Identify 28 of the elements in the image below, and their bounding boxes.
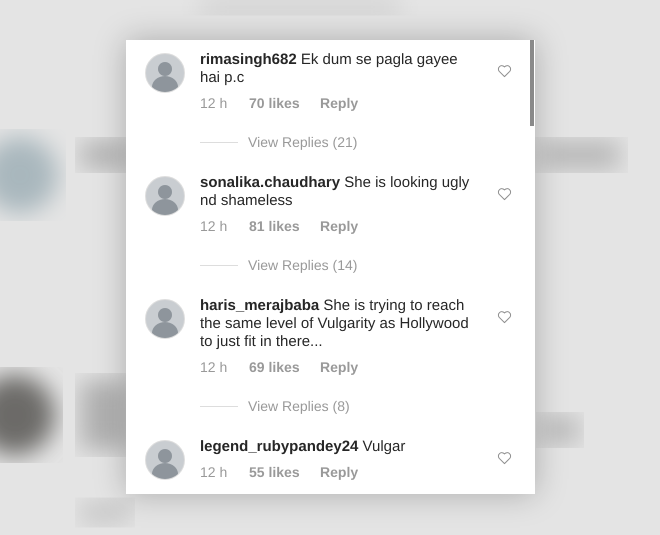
view-replies-link[interactable]: View Replies (8): [248, 398, 350, 414]
view-replies-link[interactable]: View Replies (21): [248, 134, 358, 150]
comment-text: sonalika.chaudhary She is looking ugly nd shameless: [200, 174, 470, 210]
reply-button[interactable]: Reply: [320, 95, 358, 111]
heart-icon[interactable]: [497, 451, 512, 465]
comment-text: legend_rubypandey24 Vulgar: [200, 438, 406, 456]
reply-button[interactable]: Reply: [320, 464, 358, 480]
heart-icon[interactable]: [497, 310, 512, 324]
scrollbar-thumb[interactable]: [530, 40, 534, 126]
likes-count[interactable]: 70 likes: [249, 95, 320, 111]
comment-text: haris_merajbaba She is trying to reach the same level of Vulgarity as Hollywood to just fit in there...: [200, 297, 470, 351]
likes-count[interactable]: 81 likes: [249, 218, 320, 234]
view-replies-link[interactable]: View Replies (14): [248, 257, 358, 273]
comment-time: 12 h: [200, 218, 228, 234]
avatar[interactable]: [145, 299, 185, 339]
likes-count[interactable]: 69 likes: [249, 359, 320, 375]
likes-count[interactable]: 55 likes: [249, 464, 320, 480]
comment-time: 12 h: [200, 464, 228, 480]
reply-button[interactable]: Reply: [320, 359, 358, 375]
comment-time: 12 h: [200, 95, 228, 111]
heart-icon[interactable]: [497, 64, 512, 78]
heart-icon[interactable]: [497, 187, 512, 201]
comment-text: rimasingh682 Ek dum se pagla gayee hai p.c: [200, 51, 459, 87]
avatar[interactable]: [145, 440, 185, 480]
avatar[interactable]: [145, 176, 185, 216]
reply-button[interactable]: Reply: [320, 218, 358, 234]
avatar[interactable]: [145, 53, 185, 93]
comment-time: 12 h: [200, 359, 228, 375]
